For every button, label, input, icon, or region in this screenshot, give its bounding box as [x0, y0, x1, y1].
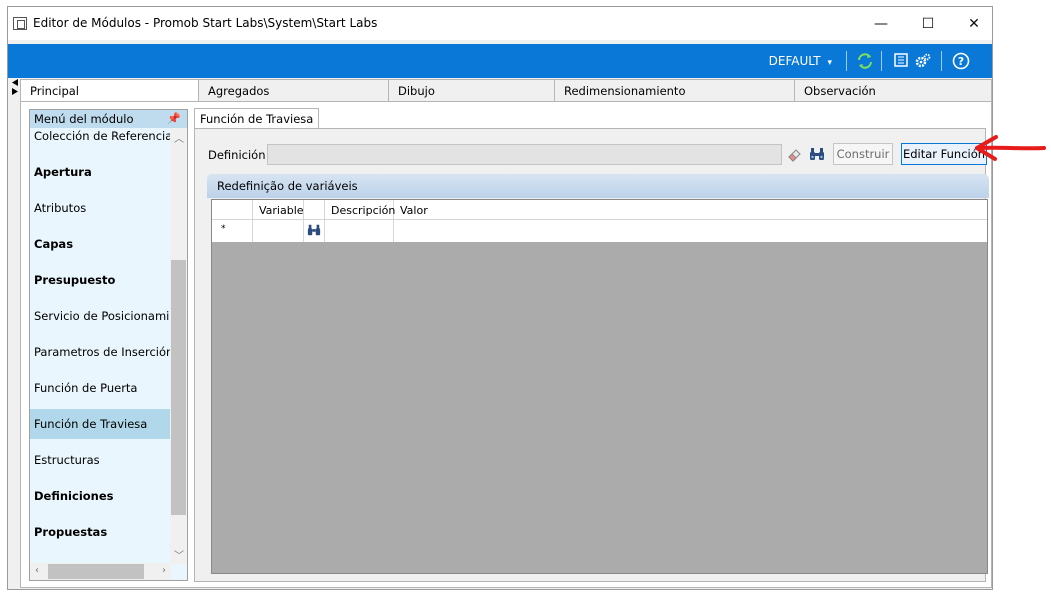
title-bar: Editor de Módulos - Promob Start Labs\Sy… — [8, 7, 992, 40]
menu-item-servicio-posicionamiento[interactable]: Servicio de Posicionamiento — [30, 301, 170, 331]
module-list-icon[interactable] — [892, 52, 910, 70]
binoculars-icon[interactable] — [304, 220, 325, 242]
module-menu-horizontal-scrollbar[interactable]: ‹ › — [30, 563, 171, 580]
variable-redefinition-title: Redefinição de variáveis — [207, 174, 989, 198]
variable-cell[interactable] — [253, 220, 304, 242]
definicion-input[interactable] — [267, 144, 782, 165]
toolbar-separator — [881, 51, 882, 71]
descripcion-cell[interactable] — [325, 220, 394, 242]
new-row-marker: * — [212, 220, 253, 242]
scroll-right-icon[interactable]: › — [162, 565, 166, 576]
menu-item-coleccion-referencias[interactable]: Colección de Referencias — [30, 121, 170, 151]
vertical-scroll-thumb[interactable] — [171, 260, 186, 515]
refresh-icon[interactable] — [856, 52, 874, 70]
tab-principal[interactable]: Principal — [20, 79, 200, 102]
grid-header-valor[interactable]: Valor — [394, 200, 989, 219]
menu-item-propuestas[interactable]: Propuestas — [30, 517, 170, 547]
tab-dibujo[interactable]: Dibujo — [388, 79, 555, 101]
tab-observacion[interactable]: Observación — [794, 79, 992, 101]
grid-header-variable[interactable]: Variable — [253, 200, 304, 219]
menu-item-presupuesto[interactable]: Presupuesto — [30, 265, 170, 295]
maximize-button[interactable]: ☐ — [905, 7, 951, 40]
editor-area: Función de Traviesa Definición Construir… — [194, 108, 989, 582]
variables-grid[interactable]: Variable Descripción Valor * — [211, 199, 988, 574]
menu-item-atributos[interactable]: Atributos — [30, 193, 170, 223]
binoculars-icon[interactable] — [808, 146, 826, 162]
grid-header-row: Variable Descripción Valor — [212, 200, 987, 220]
menu-item-estructuras[interactable]: Estructuras — [30, 445, 170, 475]
chevron-down-icon: ▾ — [827, 58, 832, 68]
grid-header-blank[interactable] — [304, 200, 325, 219]
tab-funcion-traviesa[interactable]: Función de Traviesa — [194, 108, 320, 129]
table-row[interactable]: * — [212, 220, 987, 242]
funcion-traviesa-pane: Definición Construir Editar Función Rede… — [194, 128, 989, 582]
module-menu-vertical-scrollbar[interactable]: ︿ ﹀ — [170, 128, 187, 564]
menu-item-capas[interactable]: Capas — [30, 229, 170, 259]
tab-content: Menú del módulo 📌 Colección de Referenci… — [20, 101, 992, 588]
module-menu-panel: Menú del módulo 📌 Colección de Referenci… — [29, 109, 188, 581]
valor-cell[interactable] — [394, 220, 989, 242]
menu-item-funcion-traviesa[interactable]: Función de Traviesa — [30, 409, 170, 439]
scroll-left-icon[interactable]: ‹ — [35, 565, 39, 576]
minimize-button[interactable]: — — [858, 7, 904, 40]
profile-dropdown[interactable]: DEFAULT ▾ — [769, 54, 832, 68]
scroll-down-icon[interactable]: ﹀ — [174, 547, 184, 562]
menu-item-definiciones[interactable]: Definiciones — [30, 481, 170, 511]
toolbar-separator — [941, 51, 942, 71]
main-tabs: Principal Agregados Dibujo Redimensionam… — [8, 79, 992, 102]
profile-label: DEFAULT — [768, 54, 821, 68]
toolbar-separator — [846, 51, 847, 71]
main-window: Editor de Módulos - Promob Start Labs\Sy… — [7, 6, 993, 590]
settings-gears-icon[interactable] — [914, 52, 932, 70]
variable-redefinition-group: Redefinição de variáveis Variable Descri… — [207, 174, 989, 574]
grid-header-selector — [212, 200, 253, 219]
definicion-label: Definición — [208, 148, 266, 162]
tab-redimensionamiento[interactable]: Redimensionamiento — [554, 79, 795, 101]
eraser-icon[interactable] — [786, 146, 802, 162]
svg-text:?: ? — [958, 55, 964, 68]
menu-item-funcion-puerta[interactable]: Función de Puerta — [30, 373, 170, 403]
app-icon — [13, 17, 27, 30]
grid-header-descripcion[interactable]: Descripción — [325, 200, 395, 219]
window-title: Editor de Módulos - Promob Start Labs\Sy… — [33, 16, 378, 30]
red-arrow-annotation-icon — [975, 135, 1046, 161]
close-button[interactable]: ✕ — [951, 7, 997, 40]
menu-item-apertura[interactable]: Apertura — [30, 157, 170, 187]
scroll-up-icon[interactable]: ︿ — [174, 130, 184, 145]
tab-agregados[interactable]: Agregados — [198, 79, 389, 101]
construir-button[interactable]: Construir — [833, 143, 893, 165]
menu-item-parametros-insercion[interactable]: Parametros de Inserción — [30, 337, 170, 367]
help-icon[interactable]: ? — [952, 52, 970, 70]
toolbar: DEFAULT ▾ ? — [8, 44, 992, 78]
horizontal-scroll-thumb[interactable] — [48, 564, 144, 579]
